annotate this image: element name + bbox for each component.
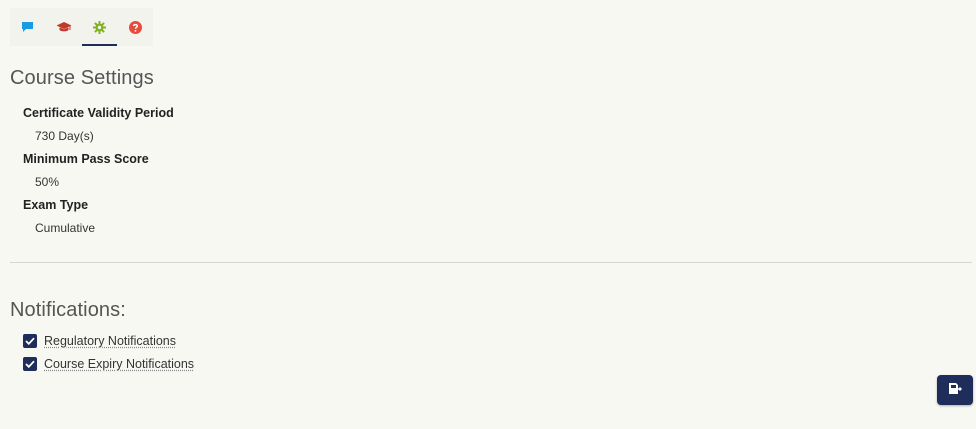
graduation-cap-icon	[56, 21, 72, 33]
section-divider	[10, 262, 972, 263]
save-icon	[948, 382, 962, 398]
tab-courses[interactable]	[46, 8, 82, 46]
chat-icon	[21, 21, 34, 33]
save-button[interactable]	[937, 375, 973, 405]
notifications-title: Notifications:	[10, 299, 126, 321]
regulatory-notifications-label[interactable]: Regulatory Notifications	[44, 334, 176, 348]
course-expiry-notifications-option[interactable]: Course Expiry Notifications	[23, 357, 194, 371]
tab-chat[interactable]	[10, 8, 46, 46]
minimum-pass-score-label: Minimum Pass Score	[23, 152, 149, 166]
checkmark-icon	[25, 360, 35, 368]
regulatory-notifications-option[interactable]: Regulatory Notifications	[23, 334, 176, 348]
exam-type-label: Exam Type	[23, 198, 89, 212]
gear-icon	[92, 20, 106, 34]
certificate-validity-value: 730 Day(s)	[35, 129, 94, 143]
course-expiry-notifications-label[interactable]: Course Expiry Notifications	[44, 357, 194, 371]
course-settings-page: Course Settings Certificate Validity Per…	[0, 0, 976, 429]
certificate-validity-label: Certificate Validity Period	[23, 106, 174, 120]
tab-settings[interactable]	[81, 8, 118, 46]
course-settings-title: Course Settings	[10, 67, 154, 89]
course-expiry-notifications-checkbox[interactable]	[23, 357, 37, 371]
exam-type-value: Cumulative	[35, 221, 96, 235]
tab-help[interactable]	[117, 8, 153, 46]
tab-bar	[10, 8, 153, 46]
help-icon	[128, 20, 142, 34]
checkmark-icon	[25, 337, 35, 345]
regulatory-notifications-checkbox[interactable]	[23, 334, 37, 348]
minimum-pass-score-value: 50%	[35, 175, 60, 189]
